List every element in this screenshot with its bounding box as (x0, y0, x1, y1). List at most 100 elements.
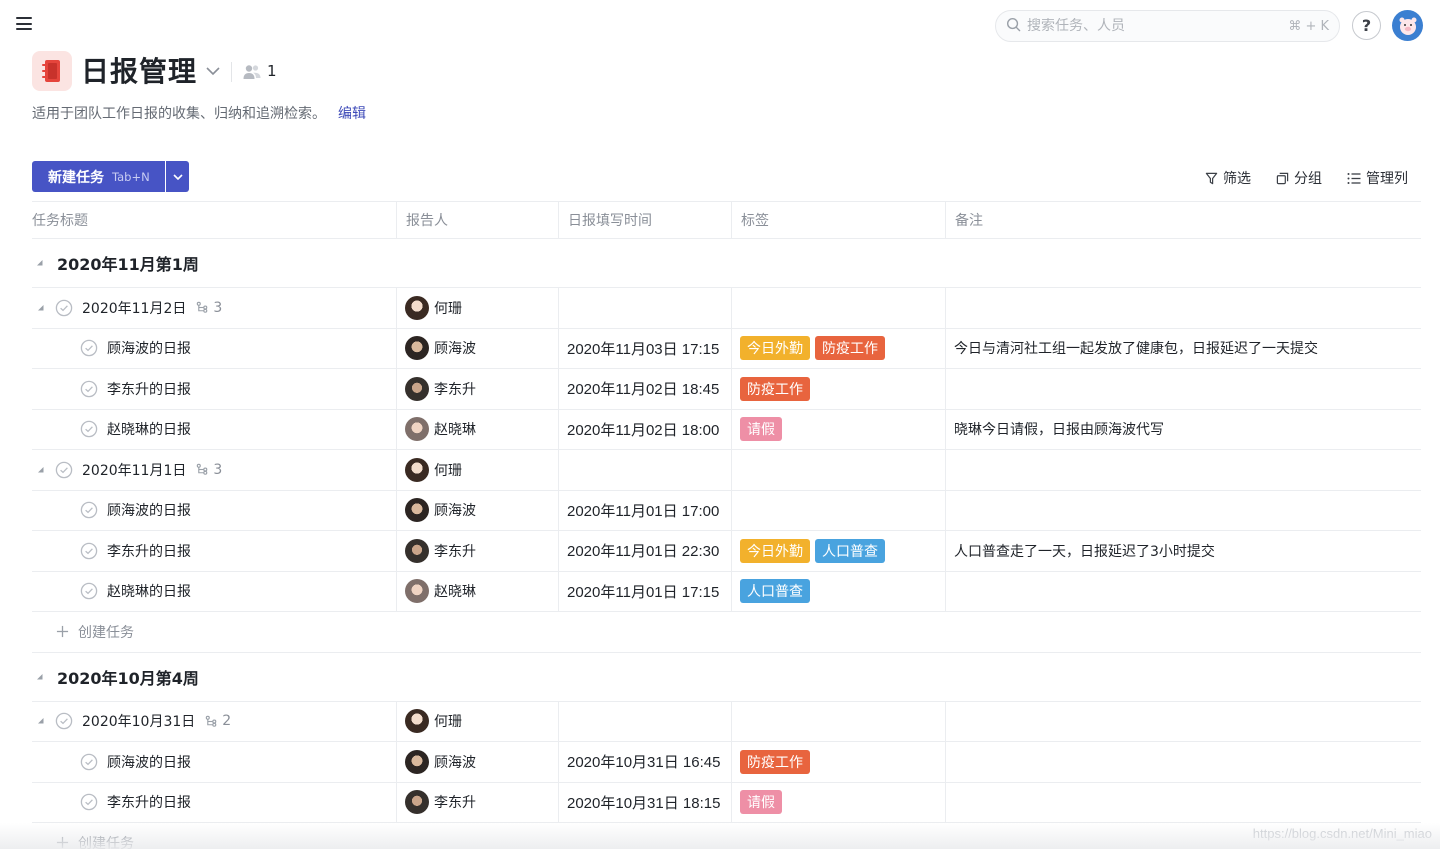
time-cell[interactable] (559, 450, 732, 490)
reporter-cell[interactable]: 顾海波 (397, 328, 559, 368)
group-header-row[interactable]: 2020年11月第1周 (32, 239, 1421, 288)
subtask-row[interactable]: 顾海波的日报 顾海波 2020年10月31日 16:45 防疫工作 (32, 742, 1421, 783)
task-check-icon[interactable] (80, 542, 98, 560)
tag-badge[interactable]: 请假 (740, 417, 782, 442)
time-cell[interactable]: 2020年11月02日 18:00 (559, 409, 732, 449)
column-header-tags[interactable]: 标签 (732, 202, 946, 238)
tag-badge[interactable]: 防疫工作 (740, 376, 810, 401)
collapse-triangle-icon[interactable] (36, 673, 44, 681)
collapse-triangle-icon[interactable] (37, 304, 45, 312)
collapse-triangle-icon[interactable] (37, 717, 45, 725)
subtask-row[interactable]: 李东升的日报 李东升 2020年11月02日 18:45 防疫工作 (32, 369, 1421, 410)
tag-badge[interactable]: 今日外勤 (740, 336, 810, 361)
column-header-title[interactable]: 任务标题 (32, 202, 397, 238)
task-check-icon[interactable] (80, 339, 98, 357)
time-cell[interactable] (559, 288, 732, 328)
reporter-cell[interactable]: 何珊 (397, 450, 559, 490)
time-cell[interactable]: 2020年11月01日 17:00 (559, 490, 732, 530)
subtask-row[interactable]: 赵晓琳的日报 赵晓琳 2020年11月02日 18:00 请假 晓琳今日请假，日报由顾海… (32, 409, 1421, 450)
subtask-row[interactable]: 顾海波的日报 顾海波 2020年11月03日 17:15 今日外勤 防疫工作 今日与清河社… (32, 328, 1421, 369)
task-title-cell[interactable]: 2020年11月1日 3 (32, 450, 397, 490)
parent-task-row[interactable]: 2020年10月31日 2 何珊 (32, 701, 1421, 742)
filter-button[interactable]: 筛选 (1205, 168, 1251, 188)
column-header-reporter[interactable]: 报告人 (397, 202, 559, 238)
task-title-cell[interactable]: 李东升的日报 (32, 369, 397, 409)
task-title-cell[interactable]: 2020年11月2日 3 (32, 288, 397, 328)
reporter-cell[interactable]: 李东升 (397, 531, 559, 571)
time-cell[interactable] (559, 701, 732, 741)
tags-cell[interactable]: 人口普查 (732, 571, 946, 611)
notes-cell[interactable] (946, 702, 1421, 742)
task-title-cell[interactable]: 赵晓琳的日报 (32, 571, 397, 611)
task-check-icon[interactable] (55, 299, 73, 317)
notes-cell[interactable] (946, 572, 1421, 612)
help-button[interactable]: ? (1352, 11, 1381, 40)
task-title-cell[interactable]: 顾海波的日报 (32, 490, 397, 530)
members-icon[interactable] (243, 64, 261, 84)
task-check-icon[interactable] (80, 753, 98, 771)
time-cell[interactable]: 2020年11月01日 22:30 (559, 531, 732, 571)
reporter-cell[interactable]: 李东升 (397, 782, 559, 822)
task-check-icon[interactable] (55, 461, 73, 479)
time-cell[interactable]: 2020年10月31日 16:45 (559, 742, 732, 782)
task-check-icon[interactable] (80, 420, 98, 438)
group-header-row[interactable]: 2020年10月第4周 (32, 653, 1421, 702)
task-title-cell[interactable]: 李东升的日报 (32, 782, 397, 822)
tags-cell[interactable]: 请假 (732, 782, 946, 822)
task-check-icon[interactable] (80, 380, 98, 398)
tags-cell[interactable]: 今日外勤 防疫工作 (732, 328, 946, 368)
task-title-cell[interactable]: 赵晓琳的日报 (32, 409, 397, 449)
task-title-cell[interactable]: 顾海波的日报 (32, 742, 397, 782)
task-check-icon[interactable] (80, 582, 98, 600)
tag-badge[interactable]: 防疫工作 (740, 749, 810, 774)
reporter-cell[interactable]: 赵晓琳 (397, 409, 559, 449)
manage-columns-button[interactable]: 管理列 (1347, 168, 1408, 188)
subtask-row[interactable]: 李东升的日报 李东升 2020年11月01日 22:30 今日外勤 人口普查 人口普查走了… (32, 531, 1421, 572)
reporter-cell[interactable]: 何珊 (397, 288, 559, 328)
time-cell[interactable]: 2020年11月03日 17:15 (559, 328, 732, 368)
notes-cell[interactable] (946, 450, 1421, 490)
tags-cell[interactable] (732, 490, 946, 530)
notes-cell[interactable]: 人口普查走了一天，日报延迟了3小时提交 (946, 531, 1421, 571)
time-cell[interactable]: 2020年11月01日 17:15 (559, 571, 732, 611)
user-avatar[interactable] (1392, 10, 1423, 41)
tag-badge[interactable]: 今日外勤 (740, 538, 810, 563)
subtask-row[interactable]: 顾海波的日报 顾海波 2020年11月01日 17:00 (32, 490, 1421, 531)
column-header-notes[interactable]: 备注 (946, 202, 1421, 238)
collapse-triangle-icon[interactable] (37, 466, 45, 474)
task-check-icon[interactable] (80, 793, 98, 811)
tags-cell[interactable]: 防疫工作 (732, 369, 946, 409)
task-title-cell[interactable]: 顾海波的日报 (32, 328, 397, 368)
new-task-dropdown-button[interactable] (166, 161, 189, 192)
notes-cell[interactable]: 晓琳今日请假，日报由顾海波代写 (946, 410, 1421, 450)
notes-cell[interactable] (946, 288, 1421, 328)
tag-badge[interactable]: 请假 (740, 790, 782, 815)
column-header-time[interactable]: 日报填写时间 (559, 202, 732, 238)
search-input[interactable] (1027, 18, 1289, 34)
task-check-icon[interactable] (55, 712, 73, 730)
collapse-triangle-icon[interactable] (36, 259, 44, 267)
parent-task-row[interactable]: 2020年11月2日 3 何珊 (32, 288, 1421, 329)
time-cell[interactable]: 2020年11月02日 18:45 (559, 369, 732, 409)
group-button[interactable]: 分组 (1276, 168, 1322, 188)
task-check-icon[interactable] (80, 501, 98, 519)
reporter-cell[interactable]: 李东升 (397, 369, 559, 409)
tag-badge[interactable]: 防疫工作 (815, 336, 885, 361)
notes-cell[interactable] (946, 742, 1421, 782)
reporter-cell[interactable]: 赵晓琳 (397, 571, 559, 611)
task-title-cell[interactable]: 2020年10月31日 2 (32, 701, 397, 741)
reporter-cell[interactable]: 顾海波 (397, 490, 559, 530)
subtask-row[interactable]: 赵晓琳的日报 赵晓琳 2020年11月01日 17:15 人口普查 (32, 571, 1421, 612)
edit-description-link[interactable]: 编辑 (338, 103, 366, 123)
create-task-button[interactable]: 创建任务 (32, 612, 1421, 653)
reporter-cell[interactable]: 何珊 (397, 701, 559, 741)
menu-button[interactable] (16, 17, 32, 30)
tags-cell[interactable]: 请假 (732, 409, 946, 449)
notes-cell[interactable]: 今日与清河社工组一起发放了健康包，日报延迟了一天提交 (946, 329, 1421, 369)
parent-task-row[interactable]: 2020年11月1日 3 何珊 (32, 450, 1421, 491)
new-task-button[interactable]: 新建任务 Tab+N (32, 161, 165, 192)
tags-cell[interactable]: 今日外勤 人口普查 (732, 531, 946, 571)
search-box[interactable]: ⌘ + K (995, 10, 1340, 42)
tags-cell[interactable] (732, 701, 946, 741)
notes-cell[interactable] (946, 491, 1421, 531)
